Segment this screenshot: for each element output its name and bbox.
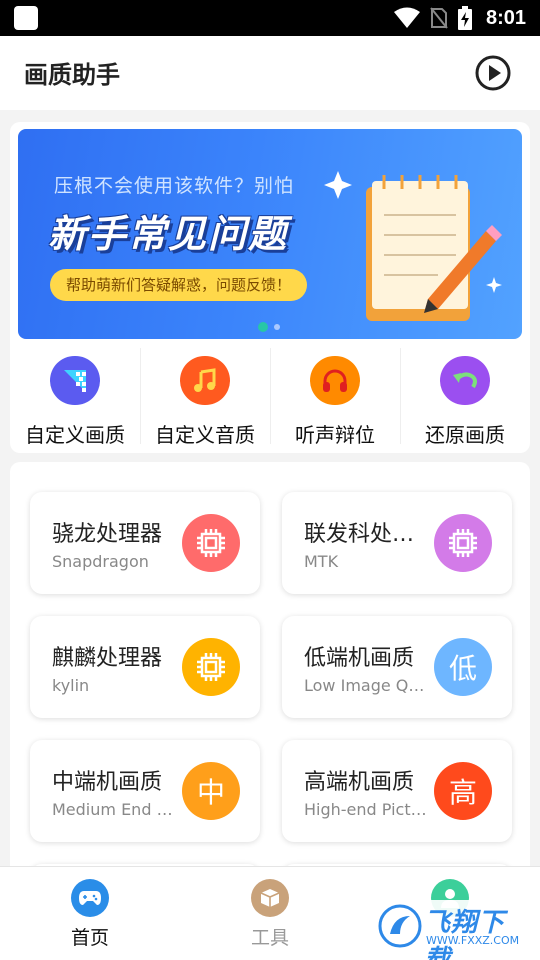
undo-arrow-icon <box>440 356 490 405</box>
tile-title: 骁龙处理器 <box>52 522 163 547</box>
app-bar: 画质助手 <box>0 36 540 110</box>
mosaic-icon <box>50 356 100 405</box>
low-badge-icon: 低 <box>434 638 492 696</box>
tile-kylin[interactable]: 麒麟处理器 kylin <box>30 616 260 718</box>
watermark: 飞翔下载 WWW.FXXZ.COM <box>374 900 530 960</box>
notification-icon <box>14 6 38 30</box>
banner-pagination <box>258 322 280 332</box>
notepad-pencil-illustration <box>324 171 502 321</box>
tile-title: 麒麟处理器 <box>52 646 163 671</box>
quick-actions: 自定义画质 自定义音质 听声辩位 还原画质 <box>10 348 530 448</box>
wifi-icon <box>393 7 420 28</box>
nav-home[interactable]: 首页 <box>0 867 180 960</box>
nav-label: 首页 <box>70 927 109 949</box>
banner-pill: 帮助萌新们答疑解惑，问题反馈！ <box>50 269 308 301</box>
page-title: 画质助手 <box>24 61 120 89</box>
box-icon <box>251 879 289 917</box>
quick-action-label: 自定义画质 <box>25 423 125 447</box>
clock: 8:01 <box>485 6 526 29</box>
tile-subtitle: kylin <box>52 676 90 695</box>
quick-custom-audio[interactable]: 自定义音质 <box>140 348 270 448</box>
quick-sound-location[interactable]: 听声辩位 <box>270 348 400 448</box>
banner-title: 新手常见问题 <box>48 212 289 256</box>
headphones-icon <box>310 356 360 405</box>
music-note-icon <box>180 356 230 405</box>
quick-action-label: 还原画质 <box>425 423 505 447</box>
quick-action-label: 自定义音质 <box>155 423 255 447</box>
tile-title: 中端机画质 <box>52 770 163 795</box>
tile-subtitle: Low Image Quality <box>304 676 432 695</box>
chip-icon <box>182 514 240 572</box>
tile-subtitle: Medium End Picture <box>52 800 180 819</box>
pagination-dot <box>274 324 280 330</box>
tile-title: 高端机画质 <box>304 770 415 795</box>
battery-charging-icon <box>457 6 472 30</box>
quick-restore-quality[interactable]: 还原画质 <box>400 348 530 448</box>
nav-label: 工具 <box>250 927 289 949</box>
high-badge-icon: 高 <box>434 762 492 820</box>
no-sim-icon <box>430 7 448 29</box>
gamepad-icon <box>71 879 109 917</box>
tile-subtitle: MTK <box>304 552 339 571</box>
play-circle-icon[interactable] <box>474 54 512 92</box>
status-bar: 8:01 <box>0 0 540 36</box>
tile-title: 联发科处理器 <box>304 522 434 547</box>
nav-tools[interactable]: 工具 <box>180 867 360 960</box>
tile-title: 低端机画质 <box>304 646 415 671</box>
tile-mtk[interactable]: 联发科处理器 MTK <box>282 492 512 594</box>
tile-low-end[interactable]: 低端机画质 Low Image Quality 低 <box>282 616 512 718</box>
tile-subtitle: High-end Picture <box>304 800 432 819</box>
chip-icon <box>182 638 240 696</box>
pagination-dot-active <box>258 322 268 332</box>
chip-icon <box>434 514 492 572</box>
watermark-text: 飞翔下载 <box>424 908 506 960</box>
feature-card: 压根不会使用该软件？别怕 新手常见问题 帮助萌新们答疑解惑，问题反馈！ 自定义画… <box>10 122 530 453</box>
tile-snapdragon[interactable]: 骁龙处理器 Snapdragon <box>30 492 260 594</box>
quick-action-label: 听声辩位 <box>295 423 375 447</box>
tile-mid-end[interactable]: 中端机画质 Medium End Picture 中 <box>30 740 260 842</box>
quick-custom-quality[interactable]: 自定义画质 <box>10 348 140 448</box>
status-icons: 8:01 <box>393 0 526 36</box>
mid-badge-icon: 中 <box>182 762 240 820</box>
banner-subtitle: 压根不会使用该软件？别怕 <box>54 175 295 197</box>
tile-subtitle: Snapdragon <box>52 552 149 571</box>
presets-grid: 骁龙处理器 Snapdragon 联发科处理器 MTK 麒麟处理器 kylin … <box>10 462 530 882</box>
faq-banner[interactable]: 压根不会使用该软件？别怕 新手常见问题 帮助萌新们答疑解惑，问题反馈！ <box>18 129 522 339</box>
fxxz-logo-icon <box>378 904 422 948</box>
tile-high-end[interactable]: 高端机画质 High-end Picture 高 <box>282 740 512 842</box>
watermark-url: WWW.FXXZ.COM <box>426 934 520 947</box>
